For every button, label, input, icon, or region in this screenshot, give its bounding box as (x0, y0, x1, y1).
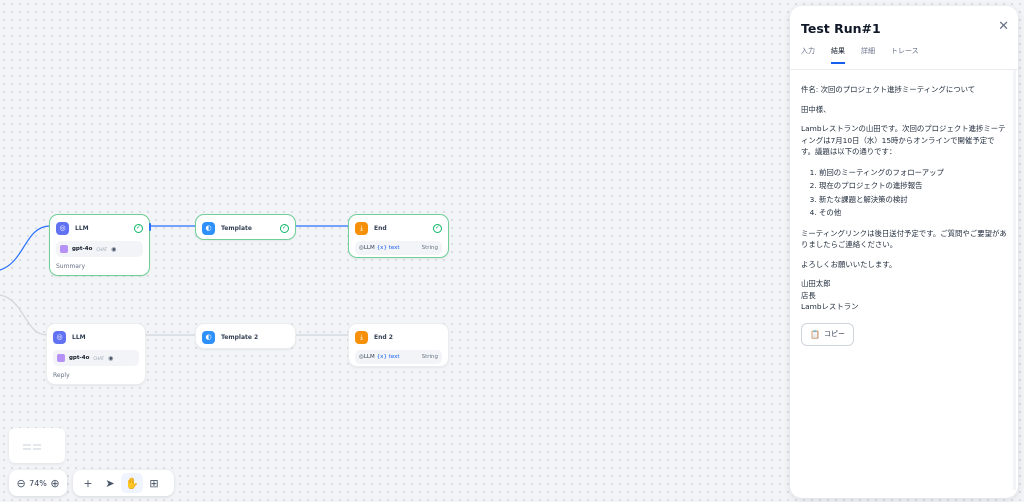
agenda-item: 現在のプロジェクトの進捗報告 (819, 179, 1007, 193)
result-subject: 件名: 次回のプロジェクト進捗ミーティングについて (801, 85, 976, 94)
template-icon: ◐ (202, 330, 215, 344)
agenda-list: 前回のミーティングのフォローアップ 現在のプロジェクトの進捗報告 新たな課題と解… (811, 166, 1007, 220)
llm-icon: ◎ (53, 330, 66, 344)
output-variable: {x} text (376, 245, 400, 251)
result-note: ミーティングリンクは後日送付予定です。ご質問やご要望がありましたらご連絡ください… (801, 228, 1007, 250)
output-variable-row: ◎LLM {x} text String (355, 241, 442, 255)
output-handle[interactable] (149, 223, 151, 231)
end-node-2[interactable]: ⤓ End 2 ◎LLM {x} text String (348, 323, 449, 367)
workflow-canvas[interactable]: ◎ LLM ✓ gpt-4o CHAT ◉ Summary ◐ Template… (0, 0, 790, 502)
node-title: End (374, 224, 387, 232)
test-run-panel: Test Run#1 ✕ 入力 結果 詳細 トレース 件名: 次回のプロジェクト… (790, 6, 1018, 498)
minimap-node (23, 448, 31, 450)
edge-start-llm1 (0, 225, 51, 271)
node-title: Template 2 (221, 333, 259, 341)
eye-icon: ◉ (111, 245, 117, 253)
tabs-divider (790, 69, 1018, 70)
output-source: ◎LLM (359, 245, 375, 251)
success-check-icon: ✓ (280, 223, 289, 233)
minimap-node (33, 448, 41, 450)
success-check-icon: ✓ (134, 223, 143, 233)
minimap-node (33, 444, 41, 446)
signature-name: 山田太郎 (801, 279, 831, 288)
agenda-item: 新たな課題と解決策の検討 (819, 193, 1007, 207)
signature-company: Lambレストラン (801, 302, 859, 311)
node-title: End 2 (374, 333, 393, 341)
template-node[interactable]: ◐ Template ✓ (195, 214, 296, 240)
eye-icon: ◉ (108, 354, 114, 362)
zoom-level[interactable]: 74% (29, 479, 47, 488)
model-tag: CHAT (96, 246, 108, 252)
panel-tabs: 入力 結果 詳細 トレース (801, 46, 935, 64)
zoom-toolbar: ⊖ 74% ⊕ (9, 470, 67, 496)
template-icon: ◐ (202, 221, 215, 235)
copy-label: コピー (823, 329, 845, 338)
close-icon[interactable]: ✕ (998, 19, 1009, 34)
pointer-icon[interactable]: ➤ (99, 473, 121, 493)
output-type: String (421, 245, 438, 251)
hand-icon[interactable]: ✋ (121, 473, 143, 493)
tab-trace[interactable]: トレース (891, 46, 919, 64)
tab-detail[interactable]: 詳細 (861, 46, 875, 64)
output-variable-row: ◎LLM {x} text String (355, 350, 442, 364)
end-icon: ⤓ (355, 221, 368, 235)
llm-icon: ◎ (56, 221, 69, 235)
organize-icon[interactable]: ⊞ (143, 473, 165, 493)
signature: 山田太郎 店長 Lambレストラン (801, 278, 1007, 313)
node-description: Summary (56, 263, 85, 270)
zoom-out-icon[interactable]: ⊖ (13, 473, 29, 493)
template-node-2[interactable]: ◐ Template 2 (195, 323, 296, 349)
model-selector[interactable]: gpt-4o CHAT ◉ (53, 350, 139, 366)
model-icon (60, 245, 68, 253)
model-selector[interactable]: gpt-4o CHAT ◉ (56, 241, 143, 257)
node-title: Template (221, 224, 252, 232)
result-content: 件名: 次回のプロジェクト進捗ミーティングについて 田中様、 Lambレストラン… (801, 84, 1007, 346)
model-icon (57, 354, 65, 362)
node-description: Reply (53, 372, 70, 379)
minimap[interactable] (9, 428, 65, 463)
end-icon: ⤓ (355, 330, 368, 344)
node-title: LLM (72, 333, 86, 341)
zoom-in-icon[interactable]: ⊕ (47, 473, 63, 493)
result-body: Lambレストランの山田です。次回のプロジェクト進捗ミーティングは7月10日（水… (801, 124, 1006, 156)
model-name: gpt-4o (72, 246, 93, 252)
panel-title: Test Run#1 (801, 21, 881, 36)
output-type: String (421, 354, 438, 360)
llm-node-reply[interactable]: ◎ LLM gpt-4o CHAT ◉ Reply (46, 323, 146, 385)
edge-start-llm2 (0, 294, 48, 336)
copy-button[interactable]: 📋 コピー (801, 322, 854, 346)
clipboard-icon: 📋 (810, 329, 820, 339)
agenda-item: 前回のミーティングのフォローアップ (819, 166, 1007, 180)
end-node[interactable]: ⤓ End ✓ ◎LLM {x} text String (348, 214, 449, 258)
tools-toolbar: + ➤ ✋ ⊞ (73, 470, 174, 496)
tab-input[interactable]: 入力 (801, 46, 815, 64)
agenda-item: その他 (819, 206, 1007, 220)
result-greeting: 田中様、 (801, 104, 831, 114)
signature-title: 店長 (801, 290, 816, 300)
success-check-icon: ✓ (433, 223, 442, 233)
model-tag: CHAT (93, 355, 105, 361)
model-name: gpt-4o (69, 355, 90, 361)
output-source: ◎LLM (359, 354, 375, 360)
add-icon[interactable]: + (77, 473, 99, 493)
minimap-node (23, 444, 31, 446)
output-variable: {x} text (376, 354, 400, 360)
tab-result[interactable]: 結果 (831, 46, 845, 64)
node-title: LLM (75, 224, 89, 232)
result-closing: よろしくお願いいたします。 (801, 259, 897, 269)
scrollbar[interactable] (1013, 70, 1016, 490)
llm-node-summary[interactable]: ◎ LLM ✓ gpt-4o CHAT ◉ Summary (49, 214, 151, 276)
